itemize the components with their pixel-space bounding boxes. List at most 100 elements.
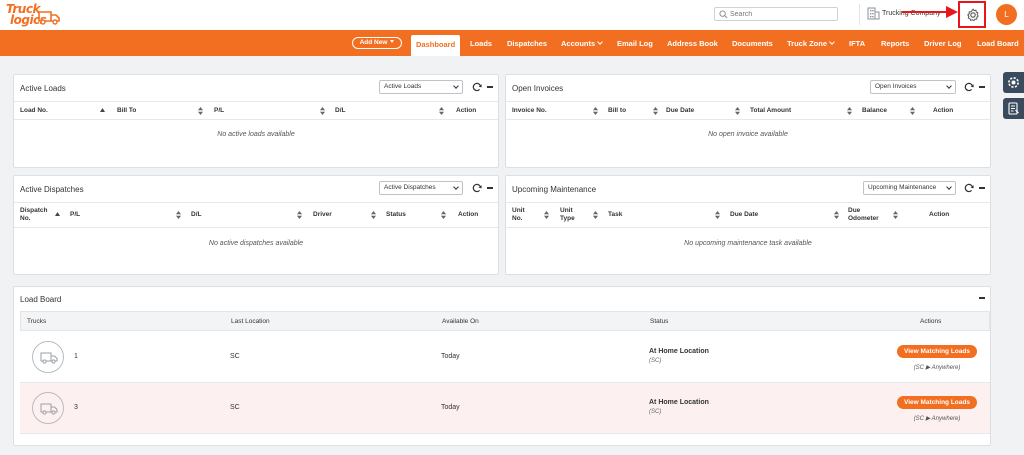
upcoming-maintenance-empty-message: No upcoming maintenance task available	[684, 240, 812, 247]
avatar[interactable]: L	[996, 4, 1017, 25]
open-invoices-select-value: Open Invoices	[875, 83, 917, 90]
column-header[interactable]: Due Date	[666, 107, 694, 114]
column-header[interactable]: Driver	[313, 211, 332, 218]
nav-item-driver-log[interactable]: Driver Log	[924, 30, 962, 56]
sort-icon[interactable]	[198, 107, 203, 115]
active-loads-table-header: Load No. Bill To P/L D/L Action	[14, 101, 498, 120]
refresh-icon[interactable]	[964, 183, 974, 193]
nav-item-reports[interactable]: Reports	[881, 30, 909, 56]
refresh-icon[interactable]	[472, 82, 482, 92]
open-invoices-empty-message: No open invoice available	[708, 131, 788, 138]
column-header[interactable]: Odometer	[848, 215, 879, 222]
view-matching-loads-button[interactable]: View Matching Loads	[897, 345, 977, 358]
upcoming-maintenance-table-header: Unit No. Unit Type Task Due Date Due Odo…	[506, 202, 990, 228]
sort-icon[interactable]	[715, 211, 720, 219]
column-header: Status	[650, 318, 669, 325]
column-header[interactable]: Total Amount	[750, 107, 791, 114]
gear-icon[interactable]	[966, 8, 980, 22]
search-input[interactable]	[730, 9, 834, 19]
building-icon	[867, 7, 880, 20]
sort-icon[interactable]	[593, 107, 598, 115]
settings-highlight[interactable]	[958, 1, 986, 28]
sort-icon[interactable]	[441, 211, 446, 219]
column-header[interactable]: No.	[20, 215, 30, 222]
collapse-icon[interactable]	[487, 86, 493, 88]
active-dispatches-table-header: Dispatch No. P/L D/L Driver Status Actio…	[14, 202, 498, 228]
column-header[interactable]: Bill To	[117, 107, 136, 114]
sort-icon[interactable]	[371, 211, 376, 219]
nav-item-ifta[interactable]: IFTA	[849, 30, 865, 56]
column-header[interactable]: D/L	[191, 211, 201, 218]
collapse-icon[interactable]	[979, 86, 985, 88]
column-header[interactable]: Load No.	[20, 107, 48, 114]
column-header[interactable]: Dispatch	[20, 207, 47, 214]
collapse-icon[interactable]	[487, 187, 493, 189]
chevron-down-icon	[453, 184, 459, 190]
column-header[interactable]: Status	[386, 211, 406, 218]
column-header[interactable]: Type	[560, 215, 575, 222]
nav-item-email-log[interactable]: Email Log	[617, 30, 653, 56]
refresh-icon[interactable]	[472, 183, 482, 193]
active-dispatches-title: Active Dispatches	[20, 185, 84, 194]
sort-icon[interactable]	[653, 107, 658, 115]
sort-icon[interactable]	[893, 211, 898, 219]
nav-item-accounts[interactable]: Accounts	[561, 30, 604, 56]
nav-item-dashboard[interactable]: Dashboard	[411, 35, 461, 56]
column-header[interactable]: No.	[512, 215, 522, 222]
column-header[interactable]: Unit	[512, 207, 525, 214]
column-header: Action	[458, 211, 479, 218]
sort-icon[interactable]	[593, 211, 598, 219]
side-settings-button[interactable]	[1003, 72, 1024, 93]
nav-item-loads[interactable]: Loads	[470, 30, 492, 56]
sort-up-icon[interactable]	[100, 107, 105, 115]
nav-item-truck-zone-label: Truck Zone	[787, 39, 828, 48]
truck-number: 1	[74, 353, 78, 360]
column-header[interactable]: Unit	[560, 207, 573, 214]
column-header[interactable]: Due	[848, 207, 860, 214]
nav-item-address-book[interactable]: Address Book	[667, 30, 718, 56]
sort-icon[interactable]	[176, 211, 181, 219]
active-dispatches-select[interactable]: Active Dispatches	[379, 181, 463, 195]
view-matching-loads-button[interactable]: View Matching Loads	[897, 396, 977, 409]
status-text: At Home Location	[649, 399, 709, 406]
refresh-icon[interactable]	[964, 82, 974, 92]
sort-icon[interactable]	[910, 107, 915, 115]
collapse-icon[interactable]	[979, 187, 985, 189]
column-header[interactable]: Balance	[862, 107, 887, 114]
truck-logics-logo[interactable]: Truck logics	[6, 2, 62, 28]
open-invoices-select[interactable]: Open Invoices	[870, 80, 956, 94]
sort-icon[interactable]	[439, 107, 444, 115]
sort-icon[interactable]	[834, 211, 839, 219]
nav-item-documents[interactable]: Documents	[732, 30, 773, 56]
nav-item-accounts-label: Accounts	[561, 39, 596, 48]
upcoming-maintenance-select[interactable]: Upcoming Maintenance	[863, 181, 956, 195]
column-header[interactable]: P/L	[214, 107, 224, 114]
add-new-button[interactable]: Add New	[352, 37, 402, 49]
column-header[interactable]: Task	[608, 211, 622, 218]
truck-avatar	[32, 341, 64, 373]
sort-icon[interactable]	[320, 107, 325, 115]
nav-item-truck-zone[interactable]: Truck Zone	[787, 30, 835, 56]
sort-icon[interactable]	[735, 107, 740, 115]
column-header[interactable]: Bill to	[608, 107, 626, 114]
sort-icon[interactable]	[544, 211, 549, 219]
sort-icon[interactable]	[297, 211, 302, 219]
load-board-table-header: Trucks Last Location Available On Status…	[20, 311, 990, 331]
column-header: Actions	[920, 318, 942, 325]
active-dispatches-panel: Active Dispatches Active Dispatches Disp…	[13, 175, 499, 275]
main-nav: Add New Dashboard Loads Dispatches Accou…	[0, 30, 1024, 56]
nav-item-dispatches[interactable]: Dispatches	[507, 30, 547, 56]
column-header[interactable]: Due Date	[730, 211, 758, 218]
search-box[interactable]	[714, 7, 838, 21]
column-header[interactable]: P/L	[70, 211, 80, 218]
collapse-icon[interactable]	[979, 297, 985, 299]
search-icon	[719, 10, 728, 19]
active-loads-select[interactable]: Active Loads	[379, 80, 463, 94]
column-header[interactable]: Invoice No.	[512, 107, 547, 114]
sort-icon[interactable]	[847, 107, 852, 115]
side-document-button[interactable]	[1003, 98, 1024, 119]
sort-up-icon[interactable]	[55, 211, 60, 219]
chevron-down-icon	[390, 40, 395, 43]
nav-item-load-board[interactable]: Load Board	[977, 30, 1019, 56]
column-header[interactable]: D/L	[335, 107, 345, 114]
